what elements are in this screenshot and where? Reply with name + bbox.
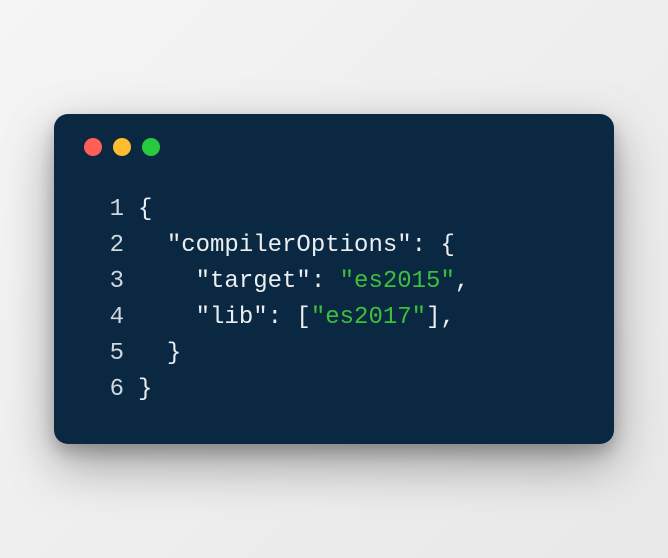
zoom-icon[interactable] [142, 138, 160, 156]
token-punct: ], [426, 304, 455, 331]
token-key: "target" [196, 268, 311, 295]
code-line: 5 } [82, 336, 586, 372]
token-punct: { [138, 196, 152, 223]
code-content: "target": "es2015", [138, 264, 469, 300]
line-number: 1 [82, 192, 124, 228]
token-string: "es2017" [311, 304, 426, 331]
code-content: } [138, 336, 181, 372]
line-number: 6 [82, 372, 124, 408]
line-number: 5 [82, 336, 124, 372]
token-punct: : { [412, 232, 455, 259]
token-punct: } [138, 376, 152, 403]
code-line: 6} [82, 372, 586, 408]
minimize-icon[interactable] [113, 138, 131, 156]
code-line: 2 "compilerOptions": { [82, 228, 586, 264]
token-string: "es2015" [340, 268, 455, 295]
code-content: "lib": ["es2017"], [138, 300, 455, 336]
code-window: 1{2 "compilerOptions": {3 "target": "es2… [54, 114, 614, 444]
line-number: 4 [82, 300, 124, 336]
token-punct: } [167, 340, 181, 367]
window-titlebar [82, 138, 586, 156]
close-icon[interactable] [84, 138, 102, 156]
token-punct: : [311, 268, 340, 295]
line-number: 2 [82, 228, 124, 264]
token-key: "lib" [196, 304, 268, 331]
code-line: 3 "target": "es2015", [82, 264, 586, 300]
line-number: 3 [82, 264, 124, 300]
code-editor[interactable]: 1{2 "compilerOptions": {3 "target": "es2… [82, 192, 586, 408]
code-content: } [138, 372, 152, 408]
code-line: 4 "lib": ["es2017"], [82, 300, 586, 336]
code-content: { [138, 192, 152, 228]
code-content: "compilerOptions": { [138, 228, 455, 264]
token-key: "compilerOptions" [167, 232, 412, 259]
token-punct: , [455, 268, 469, 295]
code-line: 1{ [82, 192, 586, 228]
token-punct: : [ [268, 304, 311, 331]
